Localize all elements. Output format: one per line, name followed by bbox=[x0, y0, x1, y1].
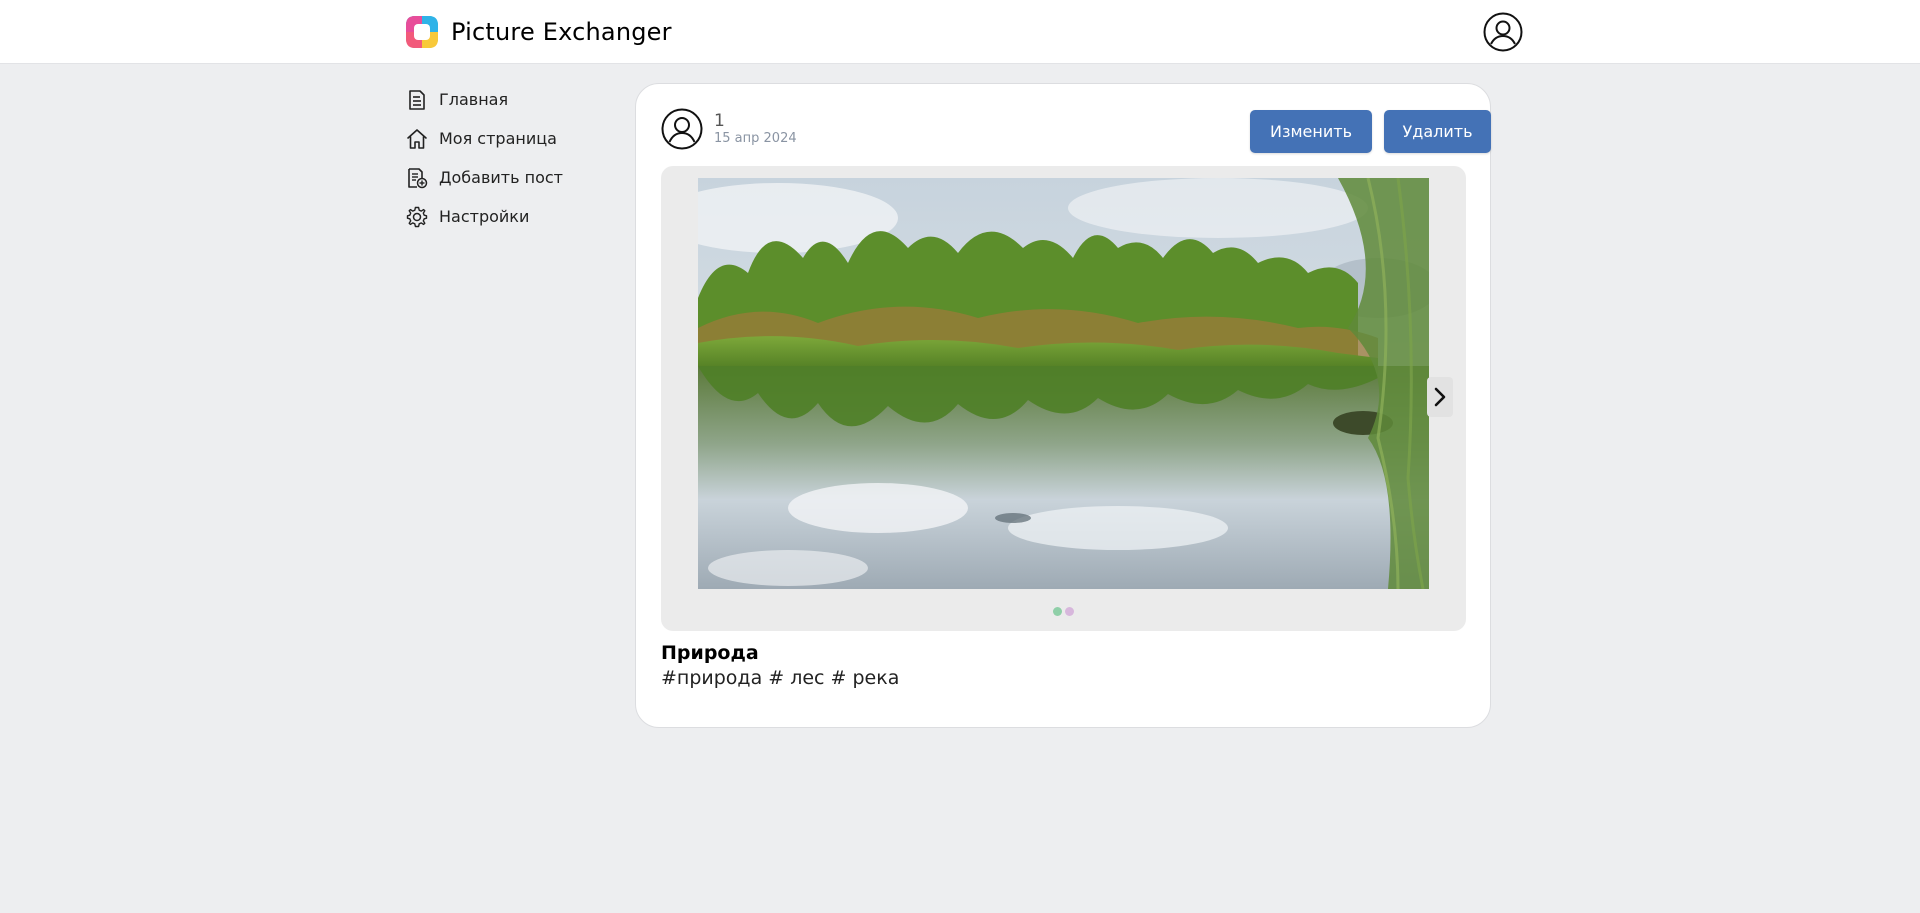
delete-button[interactable]: Удалить bbox=[1384, 110, 1491, 153]
sidebar-item-label: Добавить пост bbox=[439, 168, 563, 187]
sidebar-item-home-feed[interactable]: Главная bbox=[405, 80, 615, 119]
app-title: Picture Exchanger bbox=[451, 18, 672, 46]
author-name[interactable]: 1 bbox=[714, 111, 725, 131]
sidebar-item-label: Моя страница bbox=[439, 129, 557, 148]
user-circle-icon bbox=[661, 108, 703, 150]
sidebar: Главная Моя страница Добавить пост Настр… bbox=[405, 80, 615, 236]
carousel-dots bbox=[1053, 607, 1077, 616]
document-icon bbox=[409, 89, 425, 110]
post-card: 1 15 апр 2024 Изменить Удалить Природа #… bbox=[635, 83, 1491, 728]
image-carousel bbox=[661, 166, 1466, 631]
author-avatar[interactable] bbox=[661, 108, 703, 150]
post-date: 15 апр 2024 bbox=[714, 131, 797, 146]
landscape-photo bbox=[698, 178, 1429, 589]
carousel-image bbox=[698, 178, 1429, 589]
user-circle-icon bbox=[1483, 12, 1523, 52]
post-tags: #природа # лес # река bbox=[661, 667, 900, 689]
chevron-right-icon bbox=[1434, 387, 1446, 407]
home-icon bbox=[407, 128, 427, 149]
add-post-icon bbox=[408, 167, 428, 188]
sidebar-item-add-post[interactable]: Добавить пост bbox=[405, 158, 615, 197]
post-header: 1 15 апр 2024 Изменить Удалить bbox=[661, 108, 1491, 153]
carousel-next-button[interactable] bbox=[1427, 377, 1453, 417]
carousel-dot-1[interactable] bbox=[1053, 607, 1062, 616]
gear-icon bbox=[406, 206, 428, 227]
app-logo-link[interactable]: Picture Exchanger bbox=[405, 15, 672, 49]
sidebar-item-label: Главная bbox=[439, 90, 509, 109]
carousel-dot-2[interactable] bbox=[1065, 607, 1074, 616]
app-logo-icon bbox=[406, 16, 438, 48]
sidebar-item-label: Настройки bbox=[439, 207, 530, 226]
sidebar-item-my-page[interactable]: Моя страница bbox=[405, 119, 615, 158]
sidebar-item-settings[interactable]: Настройки bbox=[405, 197, 615, 236]
edit-button[interactable]: Изменить bbox=[1250, 110, 1372, 153]
profile-button[interactable] bbox=[1483, 12, 1523, 52]
top-bar: Picture Exchanger bbox=[0, 0, 1920, 64]
post-title: Природа bbox=[661, 642, 759, 664]
